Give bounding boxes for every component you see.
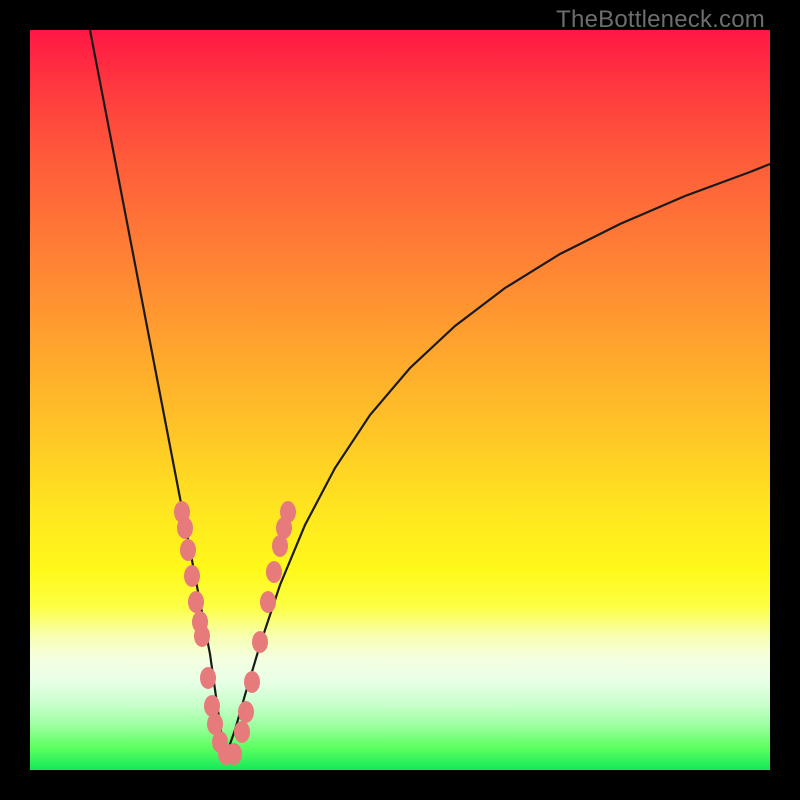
chart-overlay	[30, 30, 770, 770]
marker-dot	[238, 701, 254, 723]
left-branch-curve	[90, 30, 225, 758]
plot-area	[30, 30, 770, 770]
right-branch-curve	[225, 164, 770, 758]
marker-dot	[184, 565, 200, 587]
marker-dot	[194, 625, 210, 647]
markers-group	[174, 501, 296, 765]
marker-dot	[244, 671, 260, 693]
marker-dot	[226, 743, 242, 765]
marker-dot	[188, 591, 204, 613]
marker-dot	[177, 517, 193, 539]
marker-dot	[252, 631, 268, 653]
marker-dot	[266, 561, 282, 583]
marker-dot	[200, 667, 216, 689]
chart-frame: TheBottleneck.com	[0, 0, 800, 800]
curve-group	[90, 30, 770, 758]
marker-dot	[260, 591, 276, 613]
marker-dot	[234, 721, 250, 743]
marker-dot	[280, 501, 296, 523]
marker-dot	[180, 539, 196, 561]
